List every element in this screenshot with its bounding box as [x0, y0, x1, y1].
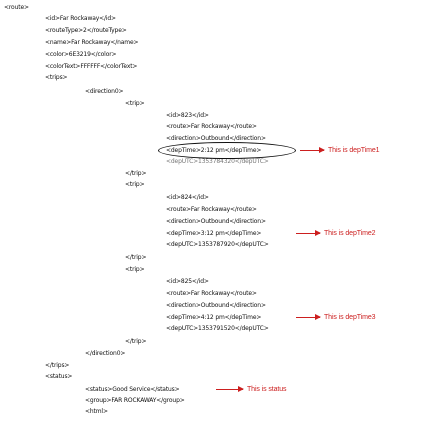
xml-line-trip2-deptime: <depTime>3:12 pm</depTime> [166, 230, 262, 237]
xml-line-route-name: <name>Far Rockaway</name> [45, 39, 139, 46]
deptime2-annotation-label: This is depTime2 [324, 230, 376, 237]
xml-line-trip3-route: <route>Far Rockaway</route> [166, 290, 257, 297]
xml-line-route-color: <color>6E3219</color> [45, 51, 117, 58]
xml-line-trip1-direction: <direction>Outbound</direction> [166, 135, 266, 142]
xml-line-status-value: <status>Good Service</status> [85, 386, 180, 393]
xml-line-trip2-deputc: <depUTC>1353787920</depUTC> [166, 241, 269, 248]
xml-line-trips-open: <trips> [45, 74, 68, 81]
xml-line-trip2-close: </trip> [125, 254, 147, 261]
arrow-icon [296, 230, 321, 236]
status-annotation-label: This is status [247, 386, 287, 393]
xml-line-trip2-id: <id>824</id> [166, 194, 209, 201]
xml-line-trip2-open: <trip> [125, 181, 145, 188]
xml-line-trip3-open: <trip> [125, 266, 145, 273]
xml-line-trip3-direction: <direction>Outbound</direction> [166, 302, 266, 309]
xml-line-trip2-direction: <direction>Outbound</direction> [166, 218, 266, 225]
xml-line-route-type: <routeType>2</routeType> [45, 27, 127, 34]
xml-line-trip3-id: <id>825</id> [166, 278, 209, 285]
xml-line-direction0-open: <direction0> [85, 88, 124, 95]
deptime3-annotation-label: This is depTime3 [324, 314, 376, 321]
arrow-icon [300, 147, 325, 153]
xml-line-trip1-close: </trip> [125, 170, 147, 177]
xml-line-trip1-deptime: <depTime>2:12 pm</depTime> [166, 147, 262, 154]
xml-line-route-open: <route> [4, 4, 29, 11]
deptime1-annotation: This is depTime1 [300, 147, 380, 154]
deptime1-annotation-label: This is depTime1 [328, 147, 380, 154]
xml-line-trip2-route: <route>Far Rockaway</route> [166, 206, 257, 213]
xml-line-trip3-close: </trip> [125, 338, 147, 345]
arrow-icon [296, 314, 321, 320]
xml-line-status-open: <status> [45, 373, 73, 380]
xml-line-trip1-open: <trip> [125, 100, 145, 107]
deptime2-annotation: This is depTime2 [296, 230, 376, 237]
xml-line-trip1-deputc: <depUTC>1353784320</depUTC> [166, 158, 269, 165]
arrow-icon [216, 386, 244, 392]
xml-line-trip3-deputc: <depUTC>1353791520</depUTC> [166, 325, 269, 332]
xml-line-trip1-route: <route>Far Rockaway</route> [166, 123, 257, 130]
xml-line-direction0-close: </direction0> [85, 350, 126, 357]
xml-line-route-color-text: <colorText>FFFFFF</colorText> [45, 63, 138, 70]
status-annotation: This is status [216, 386, 287, 393]
xml-line-trips-close: </trips> [45, 362, 70, 369]
deptime3-annotation: This is depTime3 [296, 314, 376, 321]
xml-line-html: <html> [85, 408, 108, 415]
xml-line-group: <group>FAR ROCKAWAY</group> [85, 397, 185, 404]
xml-line-route-id: <id>Far Rockaway</id> [45, 15, 116, 22]
xml-line-trip1-id: <id>823</id> [166, 112, 209, 119]
xml-line-trip3-deptime: <depTime>4:12 pm</depTime> [166, 314, 262, 321]
